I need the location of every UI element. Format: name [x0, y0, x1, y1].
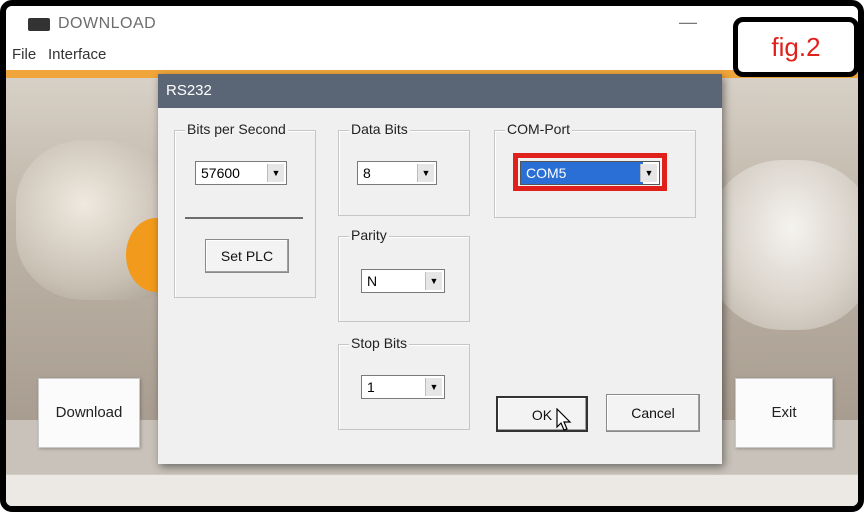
menu-file[interactable]: File	[12, 46, 36, 63]
status-bar	[6, 474, 858, 506]
com-port-value: COM5	[526, 165, 567, 181]
dialog-titlebar: RS232	[158, 74, 722, 108]
separator	[185, 217, 303, 219]
minimize-button[interactable]: —	[674, 8, 702, 36]
app-titlebar: DOWNLOAD —	[6, 6, 858, 40]
stop-bits-select[interactable]: 1 ▼	[361, 375, 445, 399]
bits-per-second-select[interactable]: 57600 ▼	[195, 161, 287, 185]
set-plc-button[interactable]: Set PLC	[205, 239, 289, 273]
com-port-select[interactable]: COM5 ▼	[520, 161, 660, 185]
data-bits-label: Data Bits	[349, 121, 410, 137]
rs232-dialog: RS232 Bits per Second 57600 ▼ Set PLC Da…	[158, 74, 722, 464]
dropdown-arrow-icon: ▼	[640, 164, 657, 182]
menu-bar: File Interface	[6, 40, 858, 70]
parity-group: Parity N ▼	[338, 227, 470, 322]
com-port-label: COM-Port	[505, 121, 572, 137]
window-title: DOWNLOAD	[58, 15, 157, 32]
parity-label: Parity	[349, 227, 389, 243]
com-port-group: COM-Port COM5 ▼	[494, 121, 696, 218]
bits-per-second-label: Bits per Second	[185, 121, 288, 137]
menu-interface[interactable]: Interface	[48, 46, 106, 63]
dialog-title: RS232	[166, 82, 212, 99]
figure-label: fig.2	[733, 17, 858, 77]
data-bits-value: 8	[363, 165, 371, 181]
exit-button[interactable]: Exit	[735, 378, 833, 448]
dropdown-arrow-icon: ▼	[425, 378, 442, 396]
app-icon	[28, 18, 50, 31]
parity-value: N	[367, 273, 378, 289]
bits-per-second-value: 57600	[201, 165, 240, 181]
stop-bits-label: Stop Bits	[349, 335, 410, 351]
parity-select[interactable]: N ▼	[361, 269, 445, 293]
bits-per-second-group: Bits per Second 57600 ▼ Set PLC	[174, 121, 316, 298]
screenshot-frame: DOWNLOAD — File Interface Download Exit …	[0, 0, 864, 512]
ok-button[interactable]: OK	[496, 396, 588, 432]
data-bits-select[interactable]: 8 ▼	[357, 161, 437, 185]
dropdown-arrow-icon: ▼	[267, 164, 284, 182]
background-rock-image	[706, 160, 858, 330]
data-bits-group: Data Bits 8 ▼	[338, 121, 470, 216]
cancel-button[interactable]: Cancel	[606, 394, 700, 432]
dropdown-arrow-icon: ▼	[417, 164, 434, 182]
highlight-box: COM5 ▼	[513, 153, 667, 191]
stop-bits-group: Stop Bits 1 ▼	[338, 335, 470, 430]
stop-bits-value: 1	[367, 379, 375, 395]
download-button[interactable]: Download	[38, 378, 140, 448]
dropdown-arrow-icon: ▼	[425, 272, 442, 290]
ok-label: OK	[531, 407, 553, 423]
mouse-cursor-icon	[556, 408, 572, 431]
